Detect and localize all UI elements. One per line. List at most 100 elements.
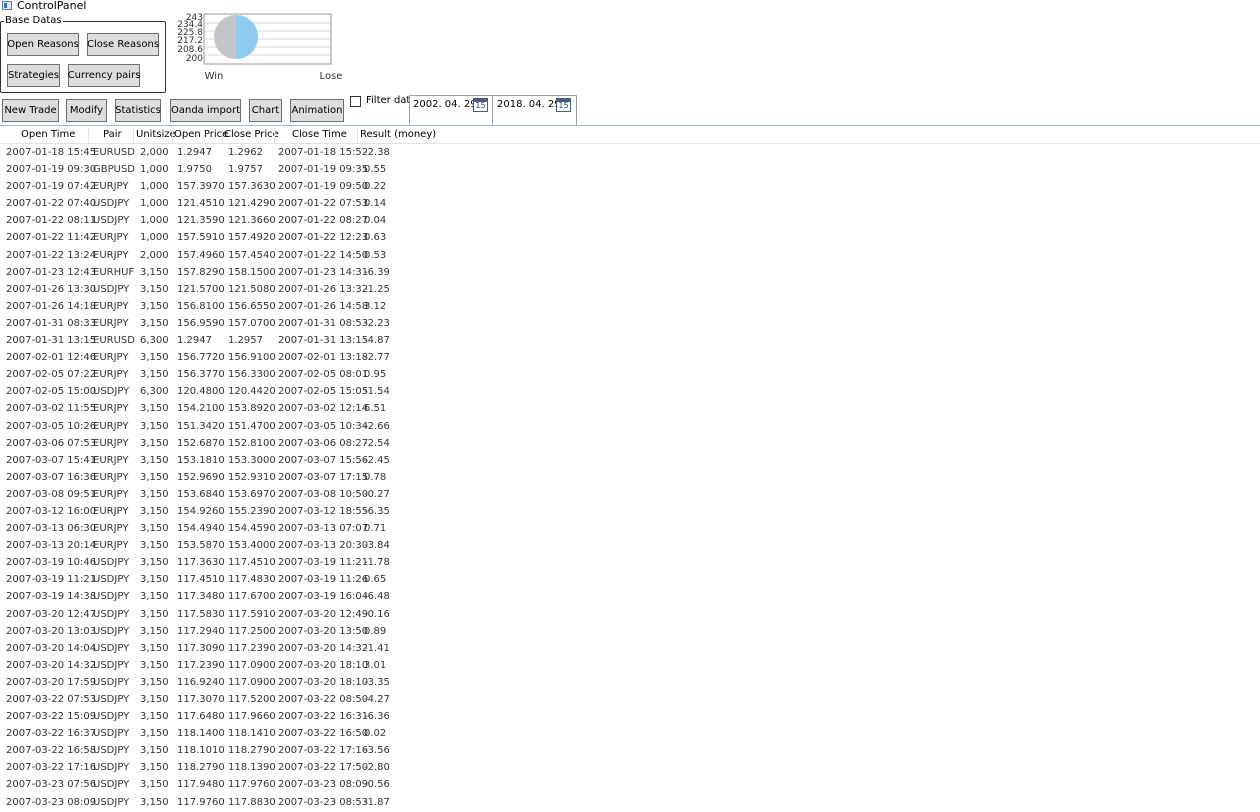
table-row[interactable]: 2007-02-01 12:46 EURJPY 3,150 156.7720 156.9…: [0, 350, 1260, 367]
cell-pair: EURJPY: [93, 181, 129, 193]
table-row[interactable]: 2007-03-22 07:53 USDJPY 3,150 117.3070 117.5…: [0, 692, 1260, 709]
new-trade-button[interactable]: New Trade: [2, 99, 59, 122]
column-divider[interactable]: [88, 128, 89, 143]
strategies-button[interactable]: Strategies: [7, 64, 60, 87]
calendar-icon[interactable]: 15: [556, 98, 571, 112]
table-row[interactable]: 2007-01-18 15:45 EURUSD 2,000 1.2947 1.2962 2…: [0, 145, 1260, 162]
cell-unitsize: 3,150: [140, 745, 169, 757]
cell-result: -0.16: [364, 608, 390, 620]
table-row[interactable]: 2007-01-22 11:42 EURJPY 1,000 157.5910 157.4…: [0, 230, 1260, 247]
cell-open-time: 2007-03-07 16:36: [6, 471, 97, 483]
table-row[interactable]: 2007-03-22 16:37 USDJPY 3,150 118.1400 118.1…: [0, 726, 1260, 743]
table-row[interactable]: 2007-01-22 13:24 EURJPY 2,000 157.4960 157.4…: [0, 248, 1260, 265]
cell-close-price: 117.8830: [228, 796, 276, 808]
cell-open-price: 117.9480: [177, 779, 225, 791]
table-row[interactable]: 2007-01-26 13:30 USDJPY 3,150 121.5700 121.5…: [0, 282, 1260, 299]
date-from-picker[interactable]: 2002. 04. 29. 15: [409, 95, 493, 126]
chart-button[interactable]: Chart: [249, 99, 282, 122]
calendar-icon[interactable]: 15: [473, 98, 488, 112]
table-row[interactable]: 2007-01-22 07:40 USDJPY 1,000 121.4510 121.4…: [0, 196, 1260, 213]
table-row[interactable]: 2007-01-22 08:11 USDJPY 1,000 121.3590 121.3…: [0, 213, 1260, 230]
close-reasons-button[interactable]: Close Reasons: [87, 33, 159, 56]
column-header-close-time[interactable]: Close Time: [292, 129, 347, 140]
column-divider[interactable]: [426, 128, 427, 143]
table-row[interactable]: 2007-02-05 15:00 USDJPY 6,300 120.4800 120.4…: [0, 384, 1260, 401]
table-row[interactable]: 2007-03-08 09:51 EURJPY 3,150 153.6840 153.6…: [0, 487, 1260, 504]
table-row[interactable]: 2007-03-22 15:09 USDJPY 3,150 117.6480 117.9…: [0, 709, 1260, 726]
table-row[interactable]: 2007-03-05 10:26 EURJPY 3,150 151.3420 151.4…: [0, 419, 1260, 436]
cell-result: 0.53: [364, 249, 387, 261]
cell-unitsize: 3,150: [140, 711, 169, 723]
cell-close-time: 2007-03-22 16:50: [278, 728, 369, 740]
column-header-pair[interactable]: Pair: [103, 129, 122, 140]
filter-date-checkbox[interactable]: [350, 96, 361, 107]
table-row[interactable]: 2007-03-07 16:36 EURJPY 3,150 152.9690 152.9…: [0, 470, 1260, 487]
y-tick-label: 200: [186, 54, 203, 64]
column-header-open-price[interactable]: Open Price: [174, 129, 228, 140]
cell-open-price: 118.1400: [177, 728, 225, 740]
cell-close-price: 117.5910: [228, 608, 276, 620]
cell-pair: USDJPY: [93, 762, 130, 774]
table-row[interactable]: 2007-03-22 16:58 USDJPY 3,150 118.1010 118.2…: [0, 743, 1260, 760]
table-row[interactable]: 2007-01-26 14:18 EURJPY 3,150 156.8100 156.6…: [0, 299, 1260, 316]
cell-open-time: 2007-01-23 12:43: [6, 266, 97, 278]
table-row[interactable]: 2007-03-20 13:03 USDJPY 3,150 117.2940 117.2…: [0, 624, 1260, 641]
table-row[interactable]: 2007-03-23 08:09 USDJPY 3,150 117.9760 117.8…: [0, 795, 1260, 812]
date-from-value[interactable]: 2002. 04. 29.: [413, 99, 480, 110]
table-row[interactable]: 2007-03-19 10:46 USDJPY 3,150 117.3630 117.4…: [0, 555, 1260, 572]
table-row[interactable]: 2007-01-23 12:43 EURHUF 3,150 157.8290 158.1…: [0, 265, 1260, 282]
cell-close-time: 2007-01-26 14:58: [278, 300, 369, 312]
table-row[interactable]: 2007-03-20 14:04 USDJPY 3,150 117.3090 117.2…: [0, 641, 1260, 658]
table-row[interactable]: 2007-01-19 07:42 EURJPY 1,000 157.3970 157.3…: [0, 179, 1260, 196]
cell-result: 0.04: [364, 215, 387, 227]
column-divider[interactable]: [133, 128, 134, 143]
column-divider[interactable]: [274, 128, 275, 143]
table-row[interactable]: 2007-03-23 07:56 USDJPY 3,150 117.9480 117.9…: [0, 777, 1260, 794]
date-to-picker[interactable]: 2018. 04. 29. 15: [492, 95, 577, 126]
column-header-unitsize[interactable]: Unitsize: [136, 129, 176, 140]
table-row[interactable]: 2007-01-19 09:30 GBPUSD 1,000 1.9750 1.9757 2…: [0, 162, 1260, 179]
column-header-close-price[interactable]: Close Price: [224, 129, 279, 140]
column-header-open-time[interactable]: Open Time: [21, 129, 75, 140]
cell-pair: USDJPY: [93, 676, 130, 688]
date-to-value[interactable]: 2018. 04. 29.: [497, 99, 564, 110]
table-row[interactable]: 2007-03-13 20:14 EURJPY 3,150 153.5870 153.4…: [0, 538, 1260, 555]
table-row[interactable]: 2007-03-13 06:30 EURJPY 3,150 154.4940 154.4…: [0, 521, 1260, 538]
table-row[interactable]: 2007-03-07 15:41 EURJPY 3,150 153.1810 153.3…: [0, 453, 1260, 470]
cell-close-price: 120.4420: [228, 386, 276, 398]
cell-pair: EURJPY: [93, 369, 129, 381]
currency-pairs-button[interactable]: Currency pairs: [68, 64, 140, 87]
cell-open-price: 152.9690: [177, 471, 225, 483]
statistics-button[interactable]: Statistics: [115, 99, 161, 122]
animation-button[interactable]: Animation: [290, 99, 344, 122]
cell-unitsize: 3,150: [140, 283, 169, 295]
cell-close-price: 121.5080: [228, 283, 276, 295]
column-divider[interactable]: [172, 128, 173, 143]
cell-unitsize: 3,150: [140, 728, 169, 740]
table-row[interactable]: 2007-03-20 17:59 USDJPY 3,150 116.9240 117.0…: [0, 675, 1260, 692]
table-row[interactable]: 2007-03-20 12:47 USDJPY 3,150 117.5830 117.5…: [0, 607, 1260, 624]
table-row[interactable]: 2007-03-02 11:55 EURJPY 3,150 154.2100 153.8…: [0, 401, 1260, 418]
table-row[interactable]: 2007-03-19 11:21 USDJPY 3,150 117.4510 117.4…: [0, 572, 1260, 589]
oanda-import-button[interactable]: Oanda import: [170, 99, 241, 122]
cell-unitsize: 6,300: [140, 335, 169, 347]
table-row[interactable]: 2007-02-05 07:22 EURJPY 3,150 156.3770 156.3…: [0, 367, 1260, 384]
table-row[interactable]: 2007-03-22 17:16 USDJPY 3,150 118.2790 118.1…: [0, 760, 1260, 777]
table-row[interactable]: 2007-01-31 13:15 EURUSD 6,300 1.2947 1.2957 2…: [0, 333, 1260, 350]
x-label-lose: Lose: [320, 71, 342, 82]
table-row[interactable]: 2007-01-31 08:33 EURJPY 3,150 156.9590 157.0…: [0, 316, 1260, 333]
open-reasons-button[interactable]: Open Reasons: [7, 33, 79, 56]
table-row[interactable]: 2007-03-06 07:53 EURJPY 3,150 152.6870 152.8…: [0, 436, 1260, 453]
column-divider[interactable]: [357, 128, 358, 143]
column-header-result[interactable]: Result (money): [360, 129, 436, 140]
cell-result: -1.78: [364, 557, 390, 569]
modify-button[interactable]: Modify: [66, 99, 107, 122]
table-row[interactable]: 2007-03-12 16:00 EURJPY 3,150 154.9260 155.2…: [0, 504, 1260, 521]
column-divider[interactable]: [222, 128, 223, 143]
cell-close-time: 2007-02-05 08:01: [278, 369, 369, 381]
table-row[interactable]: 2007-03-19 14:38 USDJPY 3,150 117.3480 117.6…: [0, 589, 1260, 606]
table-row[interactable]: 2007-03-20 14:32 USDJPY 3,150 117.2390 117.0…: [0, 658, 1260, 675]
base-datas-label: Base Datas: [4, 15, 63, 26]
cell-open-time: 2007-02-01 12:46: [6, 352, 97, 364]
cell-open-time: 2007-01-22 13:24: [6, 249, 97, 261]
